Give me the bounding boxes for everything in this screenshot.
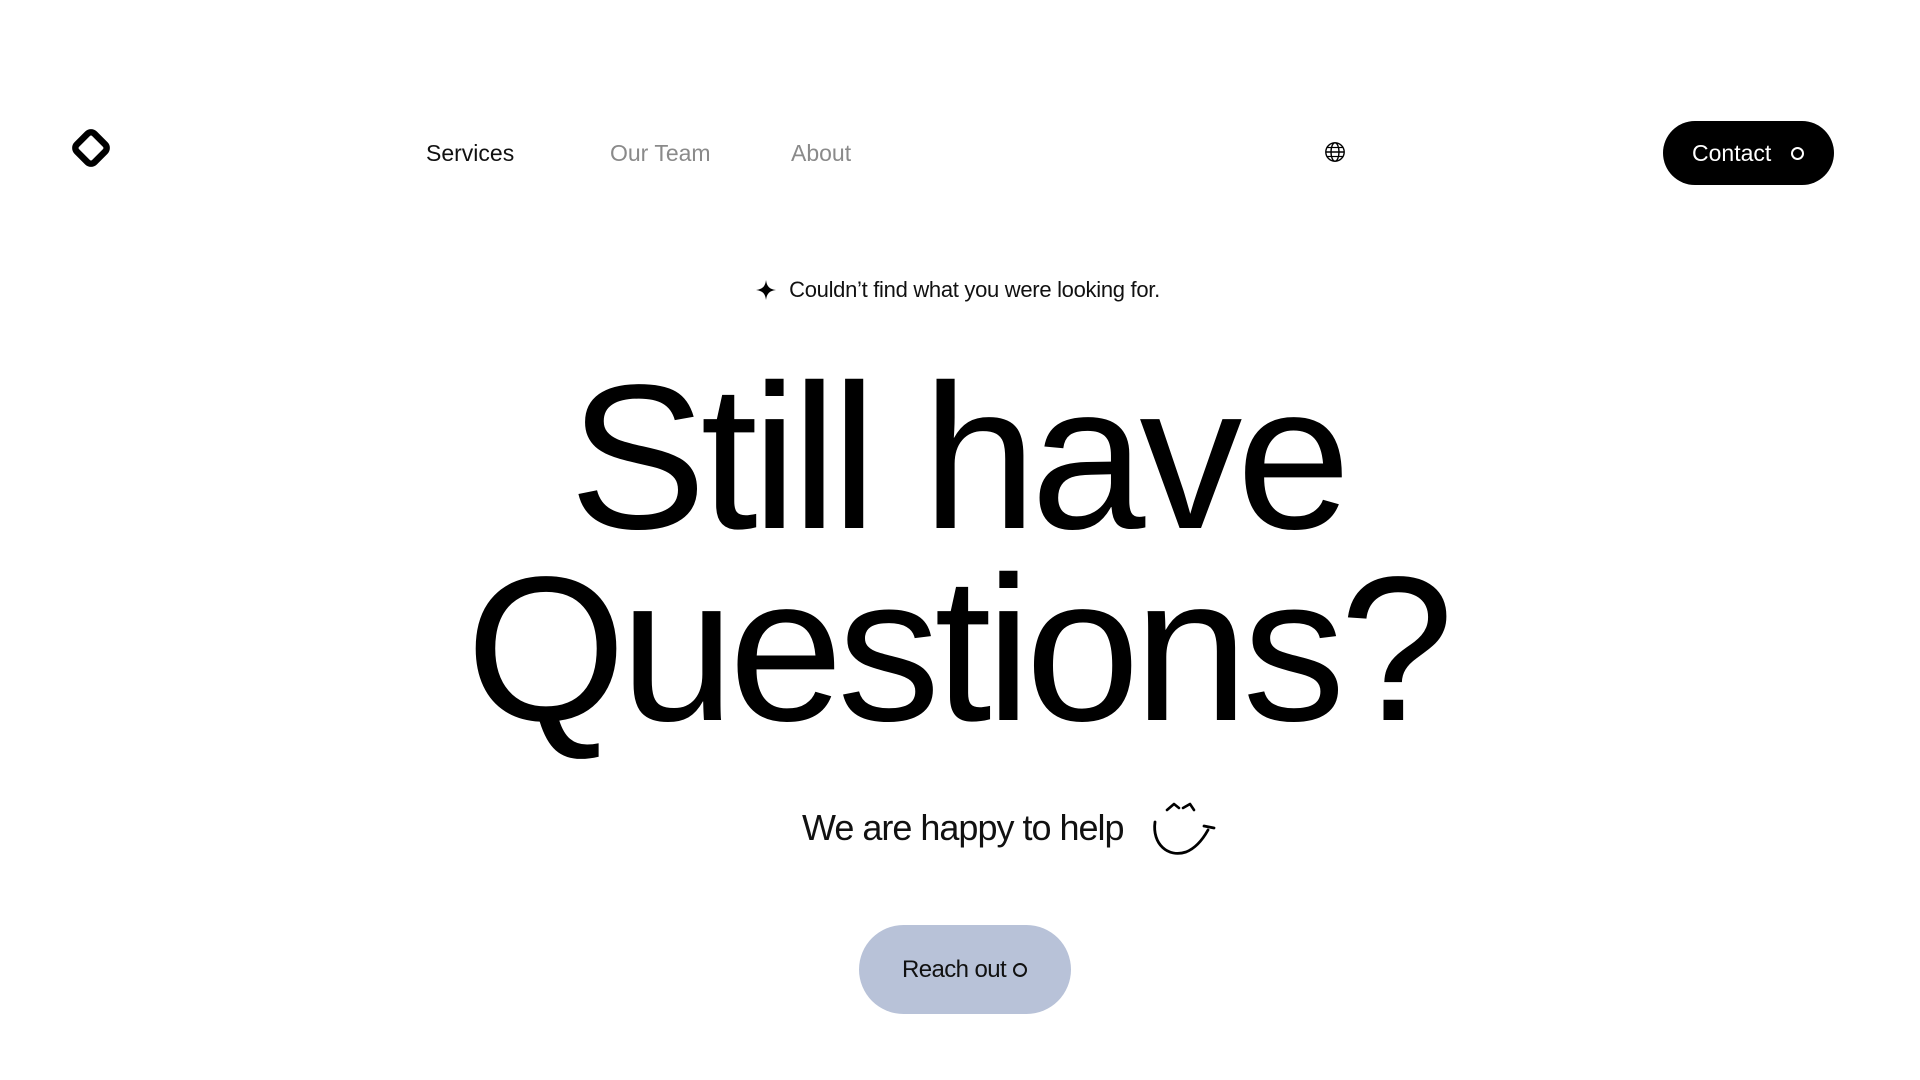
- circle-icon: [1791, 147, 1804, 160]
- reach-out-button[interactable]: Reach out: [859, 925, 1071, 1014]
- subline-text: We are happy to help: [802, 807, 1125, 848]
- sparkle-icon: [756, 280, 777, 300]
- circle-icon: [1013, 963, 1027, 977]
- contact-button-label: Contact: [1692, 140, 1772, 166]
- eyebrow: Couldn’t find what you were looking for.: [0, 276, 1920, 304]
- nav-link-about[interactable]: About: [791, 138, 851, 168]
- nav-link-our-team[interactable]: Our Team: [610, 138, 711, 168]
- nav-link-services[interactable]: Services: [426, 138, 514, 168]
- eyebrow-text: Couldn’t find what you were looking for.: [789, 277, 1160, 302]
- contact-button[interactable]: Contact: [1663, 121, 1834, 185]
- globe-icon[interactable]: [1324, 141, 1346, 163]
- headline-line-1: Still have: [569, 342, 1351, 572]
- smiley-face-icon: [1153, 802, 1216, 855]
- reach-out-button-label: Reach out: [902, 955, 1007, 983]
- diamond-logo-icon[interactable]: [70, 127, 112, 169]
- page: Services Our Team About Contact Couldn’t…: [0, 0, 1920, 1080]
- headline-line-2: Questions?: [465, 534, 1454, 764]
